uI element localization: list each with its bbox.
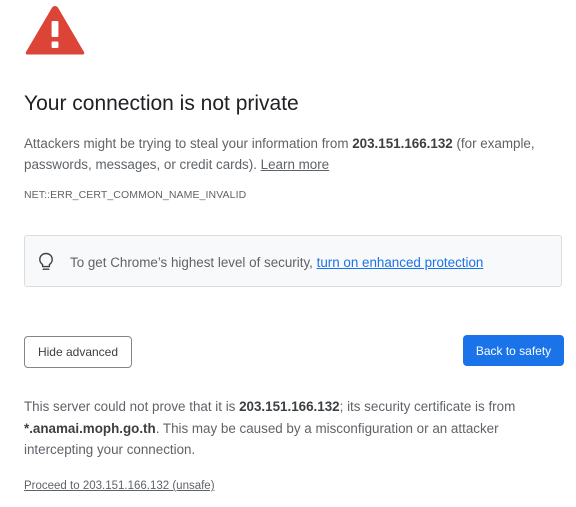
error-code: NET::ERR_CERT_COMMON_NAME_INVALID: [24, 189, 247, 201]
proceed-unsafe-link[interactable]: Proceed to 203.151.166.132 (unsafe): [24, 480, 215, 492]
page-title: Your connection is not private: [24, 92, 299, 115]
details-part-2: ; its security certificate is from: [339, 399, 516, 414]
lightbulb-icon: [39, 252, 53, 270]
host-name: 203.151.166.132: [352, 136, 453, 151]
enhanced-protection-link[interactable]: turn on enhanced protection: [317, 255, 484, 270]
enhanced-protection-box: To get Chrome’s highest level of securit…: [24, 235, 562, 287]
learn-more-link[interactable]: Learn more: [261, 157, 329, 172]
enhanced-protection-text: To get Chrome’s highest level of securit…: [70, 255, 483, 270]
warning-triangle-icon: [25, 6, 85, 55]
explanation-text: Attackers might be trying to steal your …: [24, 133, 554, 175]
details-part-1: This server could not prove that it is: [24, 399, 240, 414]
certificate-domain: *.anamai.moph.go.th: [24, 420, 156, 436]
enhanced-protection-label: To get Chrome’s highest level of securit…: [70, 255, 317, 270]
details-text: This server could not prove that it is 2…: [24, 396, 544, 461]
details-host: 203.151.166.132: [239, 399, 340, 414]
explanation-prefix: Attackers might be trying to steal your …: [24, 136, 353, 151]
hide-advanced-button[interactable]: Hide advanced: [24, 336, 132, 368]
back-to-safety-button[interactable]: Back to safety: [463, 335, 564, 366]
